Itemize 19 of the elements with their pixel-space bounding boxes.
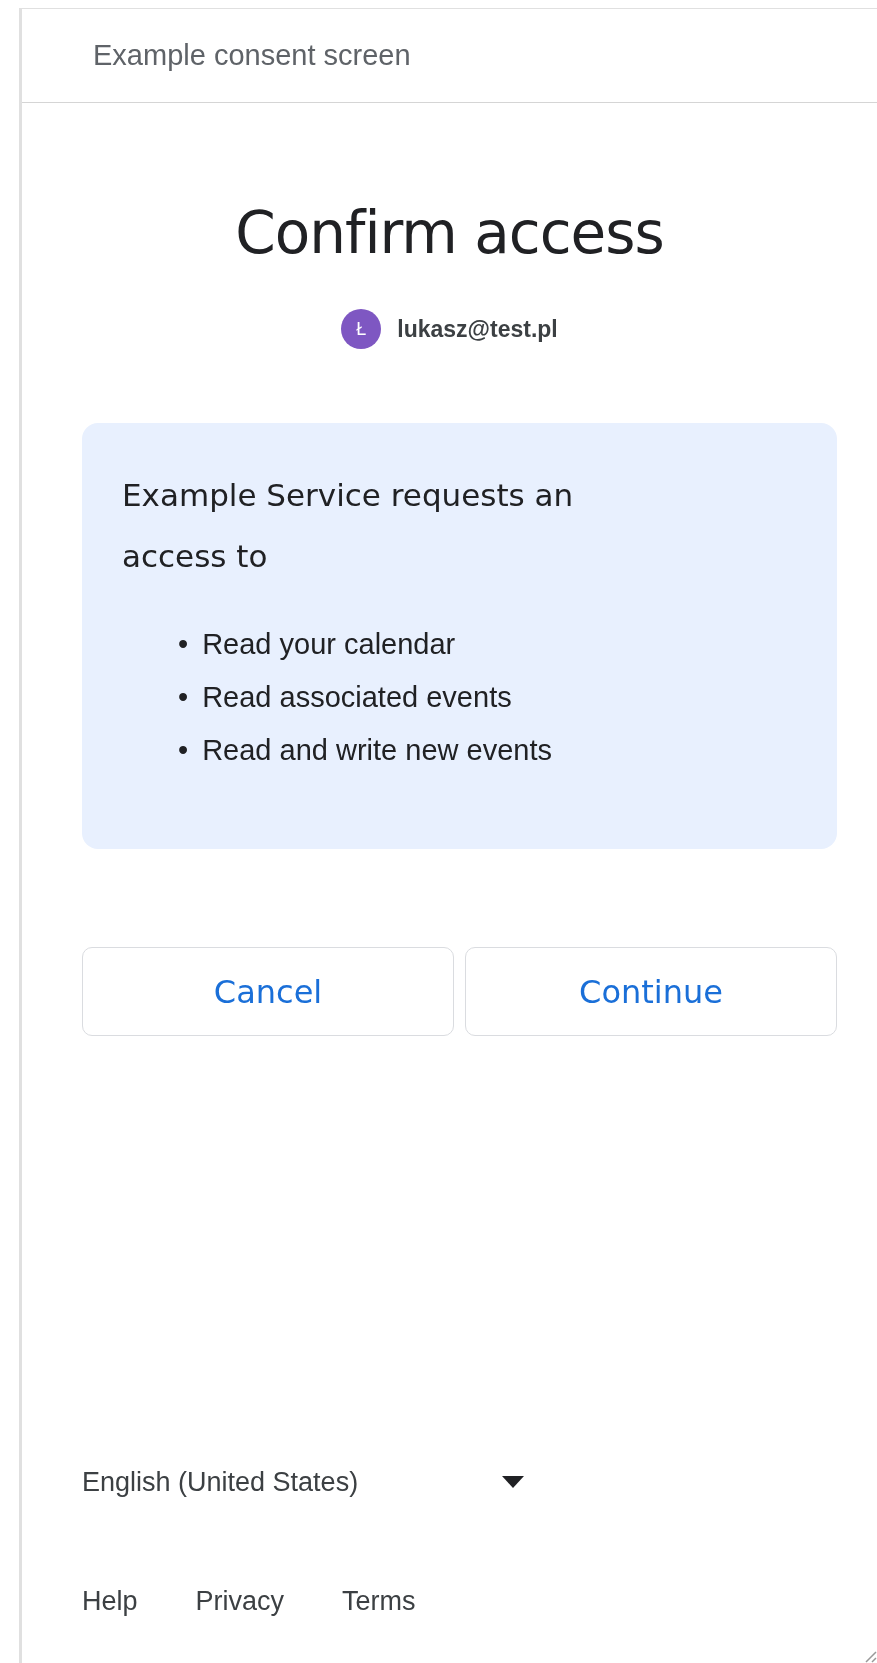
resize-grip-icon[interactable]	[863, 1649, 877, 1663]
account-email: lukasz@test.pl	[397, 315, 558, 343]
language-select[interactable]: English (United States)	[82, 1462, 877, 1502]
action-button[interactable]: Continue	[465, 947, 837, 1036]
action-button[interactable]: Cancel	[82, 947, 454, 1036]
footer-link[interactable]: Help	[82, 1586, 138, 1617]
caret-icon	[502, 1476, 524, 1488]
header-title: Example consent screen	[93, 39, 411, 72]
footer-link[interactable]: Terms	[342, 1586, 416, 1617]
bullet-mark: •	[178, 626, 189, 662]
avatar: Ł	[341, 309, 382, 349]
scope-item: Read your calendar	[202, 626, 456, 662]
request-heading: Example Service requests an access to	[122, 476, 575, 576]
page-title: Confirm access	[234, 199, 665, 267]
bullet-mark: •	[178, 679, 189, 715]
bullet-mark: •	[178, 732, 189, 768]
scope-item: Read associated events	[202, 679, 512, 715]
scope-item: Read and write new events	[202, 732, 552, 768]
footer-link[interactable]: Privacy	[195, 1586, 285, 1617]
